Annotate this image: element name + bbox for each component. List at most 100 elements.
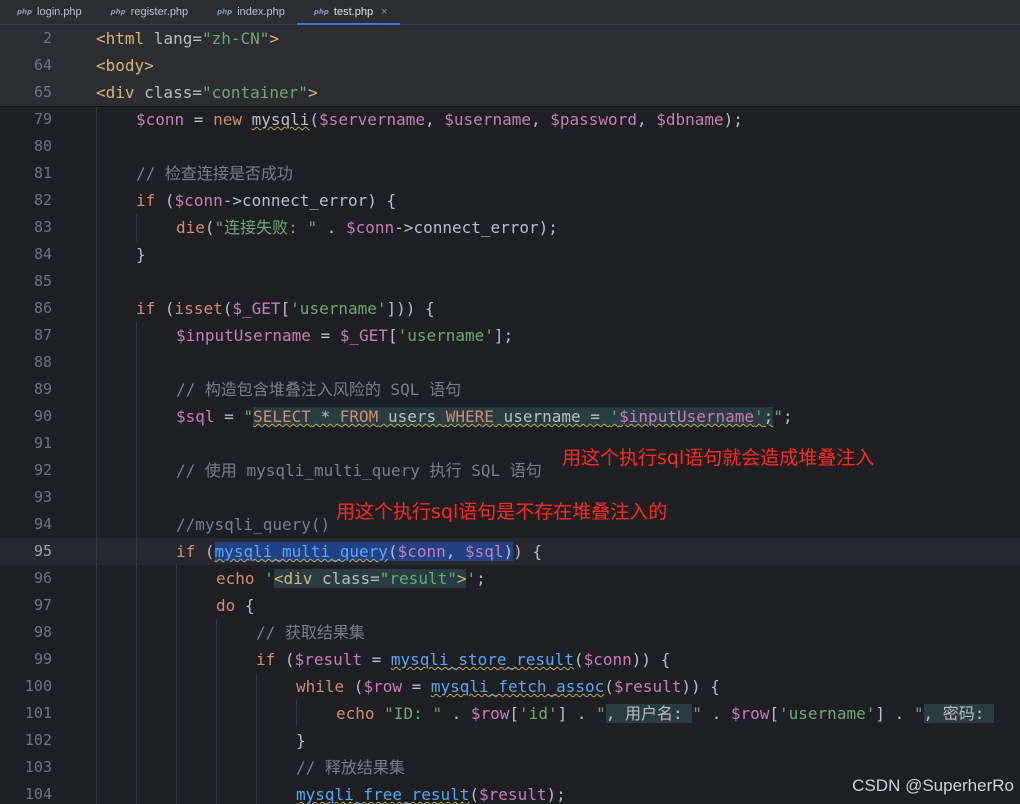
sticky-code-line[interactable]: 65 <div class="container"> bbox=[0, 79, 1020, 106]
tab-register-php[interactable]: php register.php bbox=[94, 0, 201, 24]
code-token: $sql bbox=[176, 407, 215, 426]
code-token: ] . bbox=[557, 704, 597, 723]
code-line[interactable]: 82 if ($conn->connect_error) { bbox=[0, 187, 1020, 214]
indent-guide bbox=[96, 214, 97, 241]
indent-guide bbox=[136, 619, 137, 646]
sticky-code-line[interactable]: 64 <body> bbox=[0, 52, 1020, 79]
code-token: ( bbox=[387, 542, 398, 561]
code-token: ( bbox=[164, 299, 175, 318]
tab-index-php[interactable]: php index.php bbox=[200, 0, 297, 24]
code-line[interactable]: 86 if (isset($_GET['username'])) { bbox=[0, 295, 1020, 322]
code-line[interactable]: 88 bbox=[0, 349, 1020, 376]
line-number: 83 bbox=[33, 218, 52, 236]
code-token: "ID: " bbox=[384, 704, 442, 723]
line-number: 94 bbox=[33, 515, 52, 533]
code-line[interactable]: 95 if (mysqli_multi_query($conn, $sql)) { bbox=[0, 538, 1020, 565]
indent-guide bbox=[176, 565, 177, 592]
indent-guide bbox=[96, 592, 97, 619]
code-token: ; bbox=[763, 407, 774, 426]
code-line[interactable]: 98 // 获取结果集 bbox=[0, 619, 1020, 646]
code-token: <body> bbox=[96, 56, 154, 75]
code-token: $sql bbox=[465, 542, 504, 561]
code-token: ( bbox=[164, 191, 175, 210]
tab-label: index.php bbox=[237, 6, 285, 18]
code-token: new bbox=[213, 110, 252, 129]
indent-guide bbox=[96, 781, 97, 804]
code-token: "zh-CN" bbox=[201, 29, 270, 48]
indent-guide bbox=[96, 322, 97, 349]
code-token: [ bbox=[769, 704, 780, 723]
line-number: 90 bbox=[33, 407, 52, 425]
code-line[interactable]: 97 do { bbox=[0, 592, 1020, 619]
code-line[interactable]: 81 // 检查连接是否成功 bbox=[0, 160, 1020, 187]
code-text: if (isset($_GET['username'])) { bbox=[136, 295, 435, 322]
indent-guide bbox=[96, 160, 97, 187]
code-token: $row bbox=[363, 677, 402, 696]
code-text: $inputUsername = $_GET['username']; bbox=[176, 322, 513, 349]
indent-guide bbox=[96, 376, 97, 403]
tab-label: login.php bbox=[37, 6, 82, 18]
code-line[interactable]: 85 bbox=[0, 268, 1020, 295]
code-text: mysqli_free_result($result); bbox=[296, 781, 566, 804]
indent-guide bbox=[96, 457, 97, 484]
line-number: 98 bbox=[33, 623, 52, 641]
code-line[interactable]: 79 $conn = new mysqli($servername, $usern… bbox=[0, 106, 1020, 133]
code-line[interactable]: 87 $inputUsername = $_GET['username']; bbox=[0, 322, 1020, 349]
indent-guide bbox=[176, 619, 177, 646]
line-number: 81 bbox=[33, 164, 52, 182]
code-token: mysqli_free_result bbox=[296, 785, 470, 804]
tab-test-php[interactable]: php test.php × bbox=[296, 0, 400, 25]
code-editor[interactable]: 2 <html lang="zh-CN"> 64 <body> 65 <div class… bbox=[0, 25, 1020, 804]
code-line[interactable]: 96 echo '<div class="result">'; bbox=[0, 565, 1020, 592]
code-token: $password bbox=[550, 110, 637, 129]
code-line[interactable]: 102} bbox=[0, 727, 1020, 754]
code-token: mysqli_fetch_assoc bbox=[430, 677, 605, 696]
code-token: 'id' bbox=[519, 704, 558, 723]
code-text: $sql = "SELECT * FROM users WHERE userna… bbox=[176, 403, 793, 430]
code-text: if ($conn->connect_error) { bbox=[136, 187, 396, 214]
code-token: // 获取结果集 bbox=[256, 623, 365, 642]
indent-guide bbox=[96, 187, 97, 214]
sticky-header-divider bbox=[0, 106, 1020, 107]
line-number: 91 bbox=[33, 434, 52, 452]
code-token: ])) { bbox=[386, 299, 435, 318]
close-icon[interactable]: × bbox=[381, 6, 387, 18]
code-token: mysqli_store_result bbox=[390, 650, 574, 669]
indent-guide bbox=[136, 754, 137, 781]
code-token: ->connect_error) { bbox=[222, 191, 397, 210]
indent-guide bbox=[216, 781, 217, 804]
line-number: 82 bbox=[33, 191, 52, 209]
code-line[interactable]: 83 die("连接失败: " . $conn->connect_error); bbox=[0, 214, 1020, 241]
code-token: ( bbox=[284, 650, 295, 669]
code-token: )) { bbox=[631, 650, 671, 669]
line-number: 65 bbox=[33, 83, 52, 101]
indent-guide bbox=[136, 430, 137, 457]
code-line[interactable]: 101 echo "ID: " . $row['id'] . ", 用户名: " … bbox=[0, 700, 1020, 727]
line-number: 100 bbox=[24, 677, 52, 695]
code-line[interactable]: 99 if ($result = mysqli_store_result($con… bbox=[0, 646, 1020, 673]
tab-login-php[interactable]: php login.php bbox=[0, 0, 94, 24]
code-token: ( bbox=[353, 677, 364, 696]
line-number: 2 bbox=[42, 29, 52, 47]
code-text: die("连接失败: " . $conn->connect_error); bbox=[176, 214, 558, 241]
code-token: class= bbox=[134, 83, 202, 102]
code-line[interactable]: 84} bbox=[0, 241, 1020, 268]
line-number: 64 bbox=[33, 56, 52, 74]
code-line[interactable]: 100 while ($row = mysqli_fetch_assoc($res… bbox=[0, 673, 1020, 700]
code-token: > bbox=[269, 29, 280, 48]
code-token: users bbox=[378, 407, 446, 426]
code-line[interactable]: 89 // 构造包含堆叠注入风险的 SQL 语句 bbox=[0, 376, 1020, 403]
code-token: ( bbox=[204, 218, 215, 237]
code-token: isset bbox=[174, 299, 223, 318]
line-number: 95 bbox=[33, 542, 52, 560]
indent-guide bbox=[136, 727, 137, 754]
sticky-code-line[interactable]: 2 <html lang="zh-CN"> bbox=[0, 25, 1020, 52]
indent-guide bbox=[256, 754, 257, 781]
code-token: echo bbox=[216, 569, 265, 588]
indent-guide bbox=[136, 484, 137, 511]
code-line[interactable]: 80 bbox=[0, 133, 1020, 160]
code-text: } bbox=[296, 727, 306, 754]
code-line[interactable]: 90 $sql = "SELECT * FROM users WHERE user… bbox=[0, 403, 1020, 430]
code-token: = bbox=[310, 326, 340, 345]
indent-guide bbox=[96, 700, 97, 727]
